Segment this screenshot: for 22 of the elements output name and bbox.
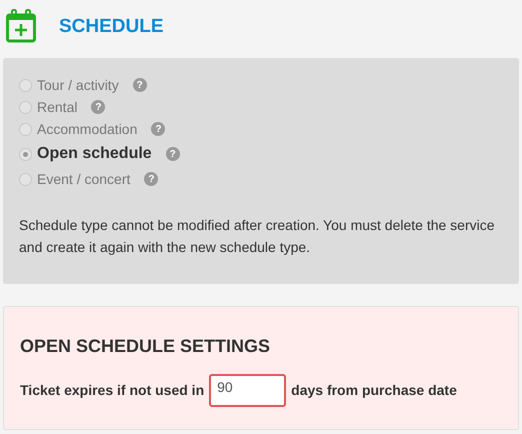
calendar-add-icon <box>6 9 36 43</box>
radio-button[interactable] <box>19 122 32 136</box>
radio-label[interactable]: Open schedule <box>37 142 152 166</box>
field-label: Ticket expires if not used in <box>20 381 204 400</box>
settings-title: OPEN SCHEDULE SETTINGS <box>20 335 272 358</box>
radio-button[interactable] <box>19 148 32 160</box>
help-icon[interactable]: ? <box>166 147 180 161</box>
radio-button[interactable] <box>19 100 32 114</box>
radio-button[interactable] <box>19 172 32 186</box>
help-icon[interactable]: ? <box>132 78 147 92</box>
radio-button[interactable] <box>19 78 32 92</box>
help-icon[interactable]: ? <box>91 100 106 114</box>
help-icon[interactable]: ? <box>151 122 166 136</box>
days-input-field[interactable]: 90 <box>209 374 286 407</box>
page-title: SCHEDULE <box>59 14 164 39</box>
radio-label[interactable]: Event / concert <box>37 168 130 190</box>
radio-label[interactable]: Tour / activity <box>37 74 119 96</box>
help-icon[interactable]: ? <box>144 172 158 186</box>
radio-label[interactable]: Rental <box>37 96 78 118</box>
radio-label[interactable]: Accommodation <box>37 118 138 140</box>
field-suffix: days from purchase date <box>291 381 457 400</box>
note-text: Schedule type cannot be modified after creation. You must delete the service and create it again with the new schedule type. <box>19 216 496 257</box>
